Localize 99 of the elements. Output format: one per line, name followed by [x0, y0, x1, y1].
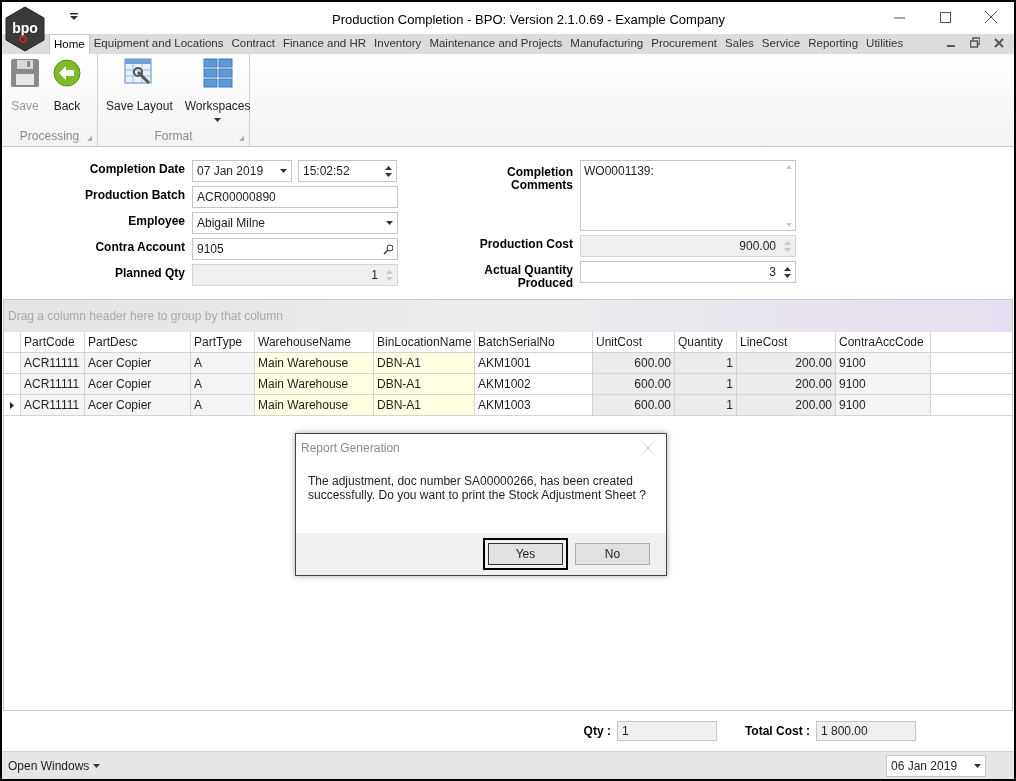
field-label: Planned Qty: [114, 265, 185, 280]
caret-icon: [93, 763, 101, 768]
ribbon-group-label: Processing: [19, 128, 80, 145]
ribbon-tab[interactable]: Utilities: [862, 34, 908, 54]
current-row-icon: [10, 401, 14, 409]
scrollbar-arrows-icon[interactable]: [786, 165, 792, 227]
table-cell: 600.00: [593, 374, 675, 394]
table-cell: DBN-A1: [374, 353, 475, 373]
employee-dropdown[interactable]: Abigail Milne: [192, 212, 398, 234]
date-field[interactable]: 06 Jan 2019: [886, 754, 986, 777]
ribbon-tab[interactable]: Service: [757, 34, 805, 54]
restore-document-icon[interactable]: [970, 37, 980, 49]
ribbon-tab[interactable]: Sales: [721, 34, 758, 54]
workspaces-button[interactable]: Workspaces: [179, 58, 256, 126]
table-cell: 9100: [836, 374, 931, 394]
table-cell: 9100: [836, 353, 931, 373]
table-cell: Main Warehouse: [255, 374, 374, 394]
ribbon-tab[interactable]: Inventory: [370, 34, 426, 54]
table-cell: A: [191, 395, 255, 415]
column-header[interactable]: LineCost: [737, 332, 836, 352]
number-spin-field[interactable]: 3: [580, 261, 796, 283]
dialog-title: Report Generation: [301, 440, 400, 457]
account-lookup-field[interactable]: 9105: [192, 238, 398, 260]
group-panel-hint: Drag a column header here to group by that column: [8, 308, 283, 325]
open-windows-menu[interactable]: Open Windows: [8, 756, 101, 775]
spin-arrows-icon[interactable]: [784, 266, 791, 278]
column-header[interactable]: ContraAccCode: [836, 332, 931, 352]
spin-arrows-icon[interactable]: [385, 165, 392, 177]
table-cell: AKM1001: [475, 353, 593, 373]
table-cell: DBN-A1: [374, 374, 475, 394]
table-cell: ACR11111: [21, 374, 85, 394]
table-cell: 1: [675, 353, 737, 373]
table-cell: Main Warehouse: [255, 395, 374, 415]
field-label: Production Batch: [84, 187, 185, 202]
total-field: 1 800.00: [816, 721, 916, 741]
table-cell: 200.00: [737, 395, 836, 415]
table-cell: Acer Copier: [85, 353, 191, 373]
ribbon-group-label: Format: [154, 128, 193, 145]
table-cell: 1: [675, 374, 737, 394]
grid-icon: [202, 58, 233, 89]
ribbon-tab[interactable]: Procurement: [647, 34, 722, 54]
ribbon-tab[interactable]: Reporting: [804, 34, 863, 54]
field-label: Actual Quantity Produced: [483, 262, 573, 290]
no-button[interactable]: No: [575, 543, 650, 565]
time-field[interactable]: 15:02:52: [298, 160, 397, 182]
table-cell: ACR11111: [21, 395, 85, 415]
close-icon[interactable]: [985, 11, 997, 23]
search-icon[interactable]: [383, 243, 393, 255]
text-field[interactable]: ACR00000890: [192, 186, 398, 208]
caret-icon: [214, 118, 222, 122]
table-cell: AKM1003: [475, 395, 593, 415]
table-cell: DBN-A1: [374, 395, 475, 415]
date-field[interactable]: 07 Jan 2019: [192, 160, 292, 182]
caret-icon: [280, 169, 287, 173]
total-label: Total Cost :: [744, 723, 810, 740]
table-cell: A: [191, 374, 255, 394]
table-cell: Acer Copier: [85, 395, 191, 415]
quick-access-dropdown-icon[interactable]: [70, 13, 78, 20]
table-cell: AKM1002: [475, 374, 593, 394]
column-header[interactable]: PartCode: [21, 332, 85, 352]
column-header[interactable]: PartType: [191, 332, 255, 352]
table-cell: 200.00: [737, 353, 836, 373]
table-cell: Main Warehouse: [255, 353, 374, 373]
column-header[interactable]: WarehouseName: [255, 332, 374, 352]
maximize-icon[interactable]: [939, 11, 951, 23]
window-title: Production Completion - BPO: Version 2.1.0.69 - Example Company: [332, 11, 726, 29]
ribbon-tab[interactable]: Finance and HR: [278, 34, 371, 54]
total-field: 1: [616, 721, 717, 741]
field-label: Contra Account: [94, 239, 185, 254]
comments-field[interactable]: WO0001139:: [580, 160, 796, 231]
table-cell: 1: [675, 395, 737, 415]
caret-icon: [386, 221, 393, 225]
ribbon-tab[interactable]: Home: [49, 34, 90, 54]
table-cell: 600.00: [593, 353, 675, 373]
field-label: Completion Date: [88, 161, 185, 176]
dialog-message: The adjustment, doc number SA00000266, has been created successfully. Do you want to print the Stock Adjustment Sheet ?: [307, 473, 647, 504]
caret-icon[interactable]: [974, 763, 981, 768]
close-document-icon[interactable]: [994, 37, 1004, 49]
save-layout-button[interactable]: Save Layout: [101, 58, 178, 126]
column-header[interactable]: BatchSerialNo: [475, 332, 593, 352]
field-label: Completion Comments: [506, 164, 573, 192]
column-header[interactable]: PartDesc: [85, 332, 191, 352]
back-button[interactable]: Back: [47, 58, 87, 126]
total-label: Qty :: [583, 723, 611, 740]
ribbon-tab[interactable]: Equipment and Locations: [89, 34, 228, 54]
table-cell: ACR11111: [21, 353, 85, 373]
ribbon-tab[interactable]: Maintenance and Projects: [425, 34, 567, 54]
table-cell: A: [191, 353, 255, 373]
field-label: Employee: [127, 213, 185, 228]
table-cell: Acer Copier: [85, 374, 191, 394]
field-label: Production Cost: [478, 236, 573, 251]
ribbon-tab[interactable]: Manufacturing: [566, 34, 648, 54]
ribbon-tab[interactable]: Contract: [227, 34, 279, 54]
table-cell: 9100: [836, 395, 931, 415]
column-header[interactable]: BinLocationName: [374, 332, 475, 352]
table-cell: 200.00: [737, 374, 836, 394]
column-header[interactable]: Quantity: [675, 332, 737, 352]
column-header[interactable]: UnitCost: [593, 332, 675, 352]
table-cell: 600.00: [593, 395, 675, 415]
